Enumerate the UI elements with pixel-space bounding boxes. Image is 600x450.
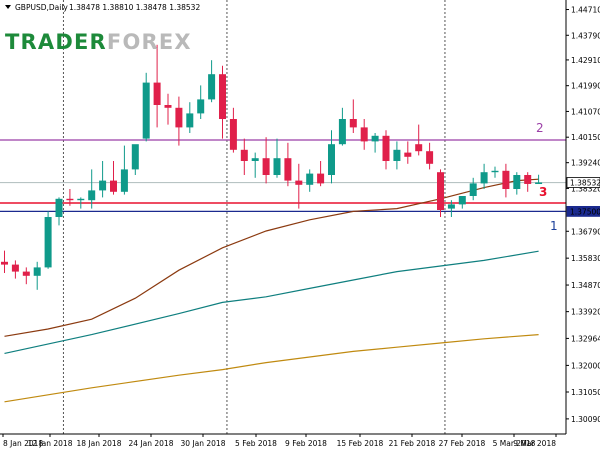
time-tick-label: 5 Feb 2018	[235, 439, 277, 448]
traderforex-logo: TRADERFOREX	[5, 30, 192, 54]
candle-body	[502, 170, 510, 189]
candle-body	[142, 82, 150, 139]
candle-body	[480, 172, 488, 184]
price-tick-label: 1.44710	[571, 6, 600, 15]
price-tick-label: 1.36790	[571, 227, 600, 236]
time-tick-label: 15 Feb 2018	[337, 439, 384, 448]
logo-part-trader: TRADER	[5, 30, 107, 54]
candle-body	[197, 99, 205, 114]
level-marker-2: 2	[536, 121, 544, 135]
candle-body	[437, 172, 444, 210]
candle-body	[306, 173, 314, 185]
candle-body	[66, 198, 74, 201]
symbol-label: GBPUSD,Daily	[15, 3, 68, 12]
time-tick-label: 9 Feb 2018	[285, 439, 327, 448]
candle-body	[458, 196, 466, 205]
candle-body	[491, 170, 499, 173]
time-axis: 8 Jan 201812 Jan 2018 18 Jan 2018 24 Jan 2…	[2, 434, 557, 448]
price-tick-label: 1.34870	[571, 281, 600, 290]
chart-window: 1.30090 1.31050 1.32000 1.32964 1.33920 1.348…	[0, 0, 600, 450]
plot-background	[0, 0, 566, 434]
price-tick-label: 1.33920	[571, 308, 600, 317]
price-tick-label: 1.39240	[571, 159, 600, 168]
candle-body	[338, 119, 346, 145]
candle-body	[110, 180, 117, 192]
ohlc-readout: 1.38478 1.38810 1.38478 1.38532	[69, 3, 200, 12]
candle-body	[77, 198, 85, 201]
price-tick-label: 1.41990	[571, 82, 600, 91]
candle-body	[44, 217, 52, 268]
time-tick-label: 18 Jan 2018	[77, 439, 122, 448]
svg-text:TRADERFOREX: TRADERFOREX	[5, 30, 192, 54]
candle-body	[153, 82, 161, 105]
level-marker-1: 1	[550, 219, 558, 233]
candle-body	[415, 144, 423, 152]
time-tick-label: 12 Jan 2018	[28, 439, 73, 448]
candle-body	[284, 158, 292, 181]
candle-body	[1, 261, 8, 265]
candle-body	[240, 149, 248, 161]
candle-body	[251, 158, 259, 161]
price-tick-label: 1.43790	[571, 31, 600, 40]
candle-body	[120, 169, 128, 192]
candle-body	[273, 158, 281, 175]
candle-body	[371, 135, 379, 142]
candle-body	[535, 182, 543, 185]
candle-body	[328, 144, 335, 175]
time-tick-label: 30 Jan 2018	[181, 439, 226, 448]
price-tick-label: 1.31050	[571, 388, 600, 397]
candle-body	[469, 183, 477, 196]
candle-body	[88, 190, 96, 201]
candle-body	[426, 151, 434, 164]
price-chart[interactable]: 1.30090 1.31050 1.32000 1.32964 1.33920 1.348…	[0, 0, 600, 450]
candle-body	[33, 267, 41, 276]
candle-body	[382, 135, 390, 161]
candle-body	[524, 175, 532, 184]
candle-body	[513, 175, 521, 189]
price-tick-label: 1.41070	[571, 107, 600, 116]
candle-body	[186, 113, 194, 128]
price-tag-label: 1.38532	[570, 179, 600, 188]
price-tick-label: 1.32000	[571, 361, 600, 370]
price-tick-label: 1.35830	[571, 254, 600, 263]
candle-body	[404, 152, 412, 157]
candle-body	[295, 180, 303, 185]
candle-body	[175, 107, 183, 128]
time-tick-label: 9 Mar 2018	[513, 439, 556, 448]
candle-body	[349, 119, 357, 128]
time-tick-label: 21 Feb 2018	[389, 439, 436, 448]
candle-body	[22, 271, 30, 276]
candle-body	[131, 144, 139, 170]
time-tick-label: 24 Jan 2018	[129, 439, 174, 448]
price-tick-label: 1.30090	[571, 415, 600, 424]
candle-body	[360, 127, 368, 142]
candle-body	[447, 204, 455, 209]
logo-part-forex: FOREX	[107, 30, 192, 54]
price-tags: 1.38532 1.37500	[566, 177, 600, 217]
candle-body	[11, 264, 19, 272]
candle-body	[219, 74, 226, 119]
chart-header: GBPUSD,Daily 1.38478 1.38810 1.38478 1.3…	[5, 3, 200, 12]
level-marker-3: 3	[539, 185, 547, 199]
candle-body	[208, 74, 216, 100]
candle-body	[393, 149, 401, 161]
candle-body	[262, 158, 270, 175]
candle-body	[229, 119, 237, 150]
candle-body	[164, 105, 172, 108]
plot-area	[0, 0, 566, 434]
price-tag-label: 1.37500	[570, 207, 600, 216]
price-tick-label: 1.32964	[571, 334, 600, 343]
candle-body	[99, 180, 107, 191]
price-tick-label: 1.40150	[571, 133, 600, 142]
candle-body	[317, 173, 325, 184]
candle-body	[55, 198, 63, 217]
time-tick-label: 27 Feb 2018	[439, 439, 486, 448]
price-tick-label: 1.42910	[571, 56, 600, 65]
